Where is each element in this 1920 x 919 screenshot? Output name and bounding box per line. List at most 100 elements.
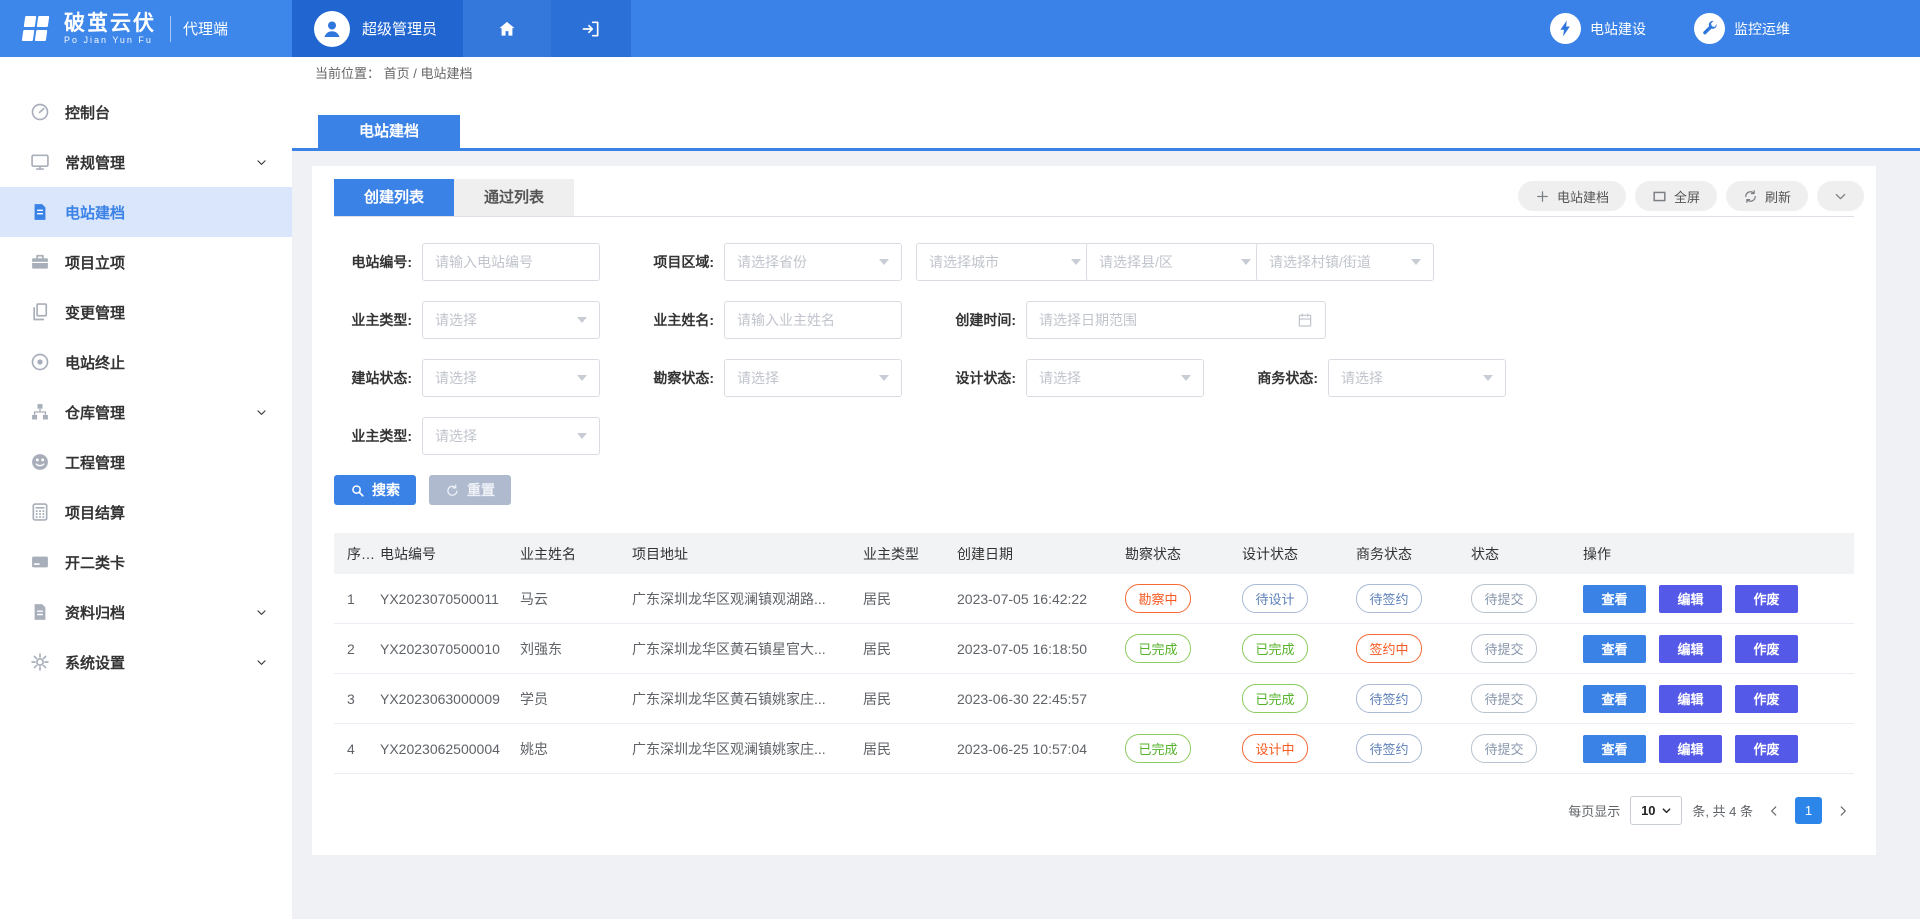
page-number-1[interactable]: 1 — [1795, 797, 1822, 824]
row-action-button[interactable]: 查看 — [1583, 735, 1646, 763]
chevron-down-icon — [255, 406, 268, 419]
status-cell: 待设计 — [1242, 584, 1356, 613]
status-badge: 已完成 — [1242, 684, 1308, 713]
select-placeholder: 请选择 — [737, 368, 871, 388]
row-actions: 查看编辑作废 — [1583, 635, 1854, 663]
row-action-button[interactable]: 查看 — [1583, 635, 1646, 663]
next-page-button[interactable] — [1836, 804, 1850, 818]
row-action-button[interactable]: 作废 — [1735, 685, 1798, 713]
toolbar-button-2[interactable]: 全屏 — [1635, 181, 1717, 211]
sidebar-item-7[interactable]: 仓库管理 — [0, 387, 292, 437]
filter-select[interactable]: 请选择 — [1026, 359, 1204, 397]
dashboard-icon — [30, 102, 50, 122]
header-nav-item-2[interactable]: 监控运维 — [1694, 13, 1790, 44]
per-page-select[interactable]: 10 — [1630, 796, 1682, 825]
row-action-button[interactable]: 作废 — [1735, 635, 1798, 663]
sidebar-item-9[interactable]: 项目结算 — [0, 487, 292, 537]
status-badge: 待提交 — [1471, 584, 1537, 613]
filter-select[interactable]: 请选择 — [724, 359, 902, 397]
page-tab-station-archive[interactable]: 电站建档 — [318, 115, 460, 148]
sidebar-item-2[interactable]: 常规管理 — [0, 137, 292, 187]
filter-date-range[interactable]: 请选择日期范围 — [1026, 301, 1326, 339]
sidebar-item-label: 电站建档 — [65, 202, 125, 223]
sidebar-item-3[interactable]: 电站建档 — [0, 187, 292, 237]
sidebar-item-12[interactable]: 系统设置 — [0, 637, 292, 687]
list-tab-1[interactable]: 创建列表 — [334, 179, 454, 216]
sidebar-item-label: 资料归档 — [65, 602, 125, 623]
sidebar-item-1[interactable]: 控制台 — [0, 87, 292, 137]
sidebar-item-11[interactable]: 资料归档 — [0, 587, 292, 637]
table-row-1: 1YX2023070500011马云广东深圳龙华区观澜镇观湖路...居民2023… — [334, 574, 1854, 624]
sidebar-item-6[interactable]: 电站终止 — [0, 337, 292, 387]
chevron-down-icon — [1833, 189, 1848, 204]
header-nav-item-1[interactable]: 电站建设 — [1550, 13, 1646, 44]
status-badge: 已完成 — [1125, 734, 1191, 763]
table-row-4: 4YX2023062500004姚忠广东深圳龙华区观澜镇姚家庄...居民2023… — [334, 724, 1854, 774]
row-action-button[interactable]: 查看 — [1583, 685, 1646, 713]
top-header: 破茧云伏 Po Jian Yun Fu 代理端 超级管理员 电站建设监控运维 — [0, 0, 1920, 57]
filter-input-field[interactable] — [435, 254, 587, 270]
sidebar-item-label: 控制台 — [65, 102, 110, 123]
row-action-button[interactable]: 编辑 — [1659, 635, 1722, 663]
row-action-button[interactable]: 查看 — [1583, 585, 1646, 613]
filter-input-field[interactable] — [737, 312, 889, 328]
filter-select[interactable]: 请选择城市 — [916, 243, 1094, 281]
chevron-down-icon — [1411, 259, 1421, 265]
table-cell: 广东深圳龙华区观澜镇姚家庄... — [632, 739, 863, 759]
search-button[interactable]: 搜索 — [334, 475, 416, 505]
row-action-button[interactable]: 作废 — [1735, 735, 1798, 763]
chevron-down-icon — [577, 317, 587, 323]
filter-select[interactable]: 请选择村镇/街道 — [1256, 243, 1434, 281]
filter-row-2: 业主类型:请选择业主姓名:创建时间:请选择日期范围 — [334, 301, 1854, 339]
list-tab-2[interactable]: 通过列表 — [454, 179, 574, 216]
per-page-value: 10 — [1641, 803, 1655, 818]
filter-label: 业主类型: — [334, 426, 412, 446]
reset-button[interactable]: 重置 — [429, 475, 511, 505]
chevron-down-icon — [577, 433, 587, 439]
user-menu[interactable]: 超级管理员 — [292, 0, 463, 57]
filter-select[interactable]: 请选择 — [1328, 359, 1506, 397]
toolbar-button-4[interactable] — [1817, 181, 1864, 211]
toolbar-button-1[interactable]: 电站建档 — [1518, 181, 1626, 211]
filter-select[interactable]: 请选择省份 — [724, 243, 902, 281]
filter-select[interactable]: 请选择 — [422, 417, 600, 455]
sidebar-item-5[interactable]: 变更管理 — [0, 287, 292, 337]
filter-form: 电站编号:项目区域:请选择省份请选择城市请选择县/区请选择村镇/街道业主类型:请… — [334, 243, 1854, 455]
status-cell: 签约中 — [1356, 634, 1471, 663]
row-action-button[interactable]: 编辑 — [1659, 685, 1722, 713]
row-action-button[interactable]: 作废 — [1735, 585, 1798, 613]
filter-field: 项目区域:请选择省份 — [636, 243, 902, 281]
lightning-icon — [1550, 13, 1581, 44]
column-header: 商务状态 — [1356, 544, 1471, 564]
filter-input[interactable] — [724, 301, 902, 339]
breadcrumb-link-1[interactable]: 首页 — [384, 66, 410, 81]
stations-table: 序号电站编号业主姓名项目地址业主类型创建日期勘察状态设计状态商务状态状态操作1Y… — [334, 533, 1854, 774]
filter-select[interactable]: 请选择 — [422, 359, 600, 397]
fullscreen-icon — [1652, 189, 1667, 204]
prev-page-button[interactable] — [1767, 804, 1781, 818]
filter-input[interactable] — [422, 243, 600, 281]
status-badge: 勘察中 — [1125, 584, 1191, 613]
target-icon — [30, 352, 50, 372]
filter-select[interactable]: 请选择县/区 — [1086, 243, 1264, 281]
document-icon — [30, 202, 50, 222]
brand-title: 破茧云伏 Po Jian Yun Fu — [64, 13, 156, 45]
table-cell: 4 — [334, 741, 380, 757]
filter-select[interactable]: 请选择 — [422, 301, 600, 339]
chevron-down-icon — [1181, 375, 1191, 381]
sidebar-item-10[interactable]: 开二类卡 — [0, 537, 292, 587]
sidebar-item-label: 项目立项 — [65, 252, 125, 273]
home-button[interactable] — [463, 0, 551, 57]
row-action-button[interactable]: 编辑 — [1659, 735, 1722, 763]
logout-button[interactable] — [551, 0, 631, 57]
chevron-down-icon — [255, 606, 268, 619]
row-action-button[interactable]: 编辑 — [1659, 585, 1722, 613]
sidebar-item-4[interactable]: 项目立项 — [0, 237, 292, 287]
sidebar-item-8[interactable]: 工程管理 — [0, 437, 292, 487]
toolbar-button-3[interactable]: 刷新 — [1726, 181, 1808, 211]
chevron-down-icon — [1241, 259, 1251, 265]
status-cell: 已完成 — [1125, 734, 1242, 763]
select-placeholder: 请选择 — [435, 310, 569, 330]
sidebar-item-label: 变更管理 — [65, 302, 125, 323]
column-header: 业主姓名 — [520, 544, 632, 564]
